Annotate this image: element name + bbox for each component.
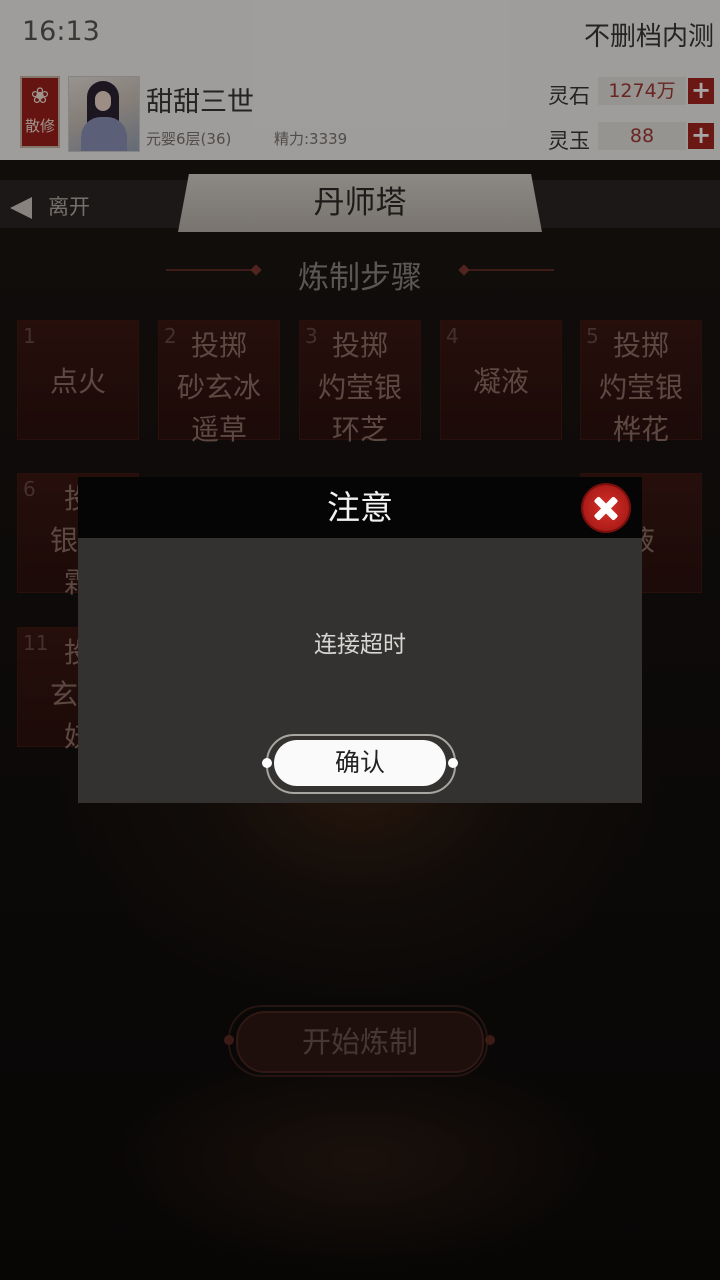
player-name: 甜甜三世 <box>146 87 254 118</box>
step-card-3[interactable]: 3 投掷 灼莹银 环芝 <box>299 320 421 446</box>
top-bar: 16:13 不删档内测 ❀ 散修 甜甜三世 元婴6层(36) 精力:3339 灵… <box>0 0 720 160</box>
step-card-4[interactable]: 4 凝液 <box>440 320 562 440</box>
step-card-1[interactable]: 1 点火 <box>17 320 139 440</box>
back-arrow-icon <box>10 197 32 219</box>
start-button-dot-right <box>485 1035 495 1045</box>
lotus-icon: ❀ <box>30 84 50 109</box>
sect-label: 散修 <box>24 117 55 135</box>
add-spirit-jade-button[interactable]: + <box>688 123 714 149</box>
player-energy: 精力:3339 <box>274 130 348 148</box>
confirm-button[interactable]: 确认 <box>274 740 446 786</box>
alert-dialog: 注意 连接超时 确认 <box>78 477 642 803</box>
spirit-stone-value: 1274万 <box>598 77 686 105</box>
spirit-stone-label: 灵石 <box>548 84 590 108</box>
pill-tower-screen: 16:13 不删档内测 ❀ 散修 甜甜三世 元婴6层(36) 精力:3339 灵… <box>0 0 720 1280</box>
leave-button[interactable]: 离开 <box>10 191 90 221</box>
step-card-2[interactable]: 2 投掷 砂玄冰 遥草 <box>158 320 280 446</box>
start-refining-button[interactable]: 开始炼制 <box>236 1011 484 1073</box>
spirit-jade-label: 灵玉 <box>548 129 590 153</box>
dialog-title: 注意 <box>327 488 393 527</box>
start-button-dot-left <box>224 1035 234 1045</box>
add-spirit-stone-button[interactable]: + <box>688 78 714 104</box>
spirit-jade-value: 88 <box>598 122 686 150</box>
confirm-knob-right <box>448 758 458 768</box>
close-icon[interactable] <box>583 485 629 531</box>
leave-label: 离开 <box>48 195 90 219</box>
confirm-knob-left <box>262 758 272 768</box>
player-level: 元婴6层(36) <box>146 130 232 148</box>
avatar[interactable] <box>68 76 140 152</box>
title-ornament-right <box>464 269 554 271</box>
clock: 16:13 <box>22 16 100 47</box>
server-name: 不删档内测 <box>583 22 714 52</box>
sect-badge[interactable]: ❀ 散修 <box>20 76 60 148</box>
section-title: 炼制步骤 <box>298 260 422 296</box>
page-title: 丹师塔 <box>178 174 542 232</box>
step-card-5[interactable]: 5 投掷 灼莹银 桦花 <box>580 320 702 446</box>
dialog-message: 连接超时 <box>314 632 406 658</box>
